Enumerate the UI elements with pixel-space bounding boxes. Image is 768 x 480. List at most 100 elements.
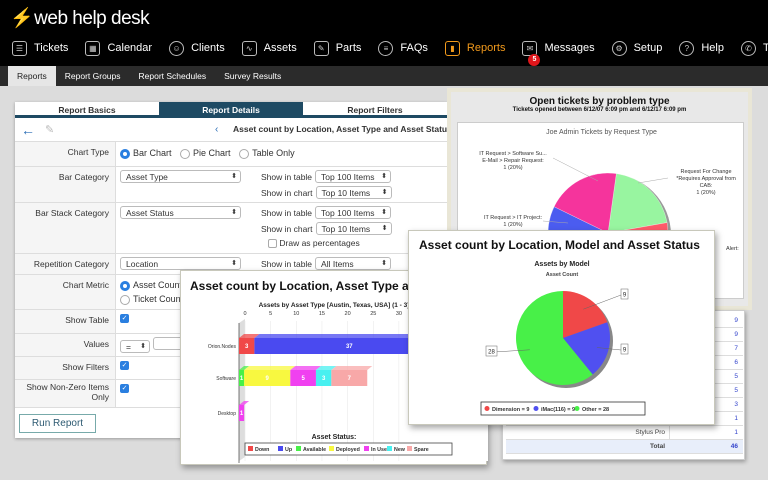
gear-icon: ⚙ [611,40,627,56]
show-non-zero-checkbox[interactable]: ✓ [120,384,129,394]
top-header: ⚡web help desk ☰ Tickets ▦ Calendar ☺ Clients… [0,0,768,66]
nav-label: FAQs [400,42,428,54]
nav-setup[interactable]: ⚙ Setup [611,40,663,56]
label: Show in table [261,172,313,182]
x-tick-label: 0 [243,311,246,317]
model-pie-chart-popup: Asset count by Location, Model and Asset… [408,230,715,425]
nav-calendar[interactable]: ▦ Calendar [85,40,152,56]
bar-top [290,366,321,370]
nav-help[interactable]: ? Help [679,40,724,56]
calendar-icon: ▦ [85,40,101,56]
y-tick-label: Software [216,376,236,382]
nav-messages[interactable]: ✉ Messages 5 [522,40,595,66]
bar-top [244,366,296,370]
label: Repetition Category [15,254,116,274]
bar-top [331,366,373,370]
nav-parts[interactable]: ✎ Parts [313,40,361,56]
legend-label: Other = 28 [582,407,609,413]
bar-category-select[interactable]: Asset Type [120,170,241,183]
nav-tickets[interactable]: ☰ Tickets [12,40,69,56]
table-row: Stylus Pro 1 [506,426,743,440]
x-tick-label: 30 [396,311,402,317]
nav-label: Setup [633,42,663,54]
pie-chart-svg: Assets by ModelAsset Count9928Dimension … [480,261,646,416]
slice-label: E-Mail > Repair Request: [482,158,544,164]
show-filters-checkbox[interactable]: ✓ [120,361,129,371]
nav-thwack[interactable]: ✆ Thwack [740,40,768,56]
label: Show Non-Zero Items Only [15,380,116,407]
label: Show Table [15,310,116,333]
label: Show in chart [261,188,313,198]
total-value: 46 [730,443,738,450]
nav-reports[interactable]: ▮ Reports [444,40,505,56]
row-value: 7 [734,345,738,352]
label: Show Filters [15,357,116,379]
assets-icon: ∿ [241,40,257,56]
unread-badge: 5 [528,53,541,66]
stack-chart-limit-select[interactable]: Top 10 Items [315,222,392,235]
x-tick-label: 5 [269,311,272,317]
logo-bolt-icon: ⚡ [10,8,34,29]
faqs-icon: ≡ [378,40,394,56]
repetition-select[interactable]: Location [120,257,241,270]
row-value: 5 [734,387,738,394]
nav-label: Thwack [762,42,768,54]
nav-label: Clients [191,42,225,54]
legend-title: Asset Status: [312,434,357,441]
pencil-icon[interactable]: ✎ [45,123,54,136]
metric-label: Asset Count [546,272,579,278]
stack-table-limit-select[interactable]: Top 100 Items [315,206,392,219]
slice-label: Alert: [726,246,739,252]
chart-title: Open tickets by problem type [529,96,670,107]
nav-clients[interactable]: ☺ Clients [169,40,225,56]
radio-pie-chart[interactable] [180,148,191,159]
run-report-button[interactable]: Run Report [19,414,96,433]
slice-label: 1 (20%) [503,165,523,171]
radio-label: Asset Count [133,280,183,290]
subtab-report-groups[interactable]: Report Groups [56,66,130,86]
reports-icon: ▮ [444,40,460,56]
radio-asset-count[interactable] [120,280,130,291]
subtab-survey-results[interactable]: Survey Results [215,66,290,86]
legend-swatch [407,446,412,451]
legend-value: 28 [603,407,609,413]
legend-name: iMac(116) [541,407,566,413]
show-table-checkbox[interactable]: ✓ [120,314,129,324]
bar-value-label: 37 [346,344,353,350]
radio-bar-chart[interactable] [120,148,130,159]
logo-text: web help desk [34,8,150,29]
tab-report-basics[interactable]: Report Basics [15,102,159,115]
x-tick-label: 10 [293,311,299,317]
bar-table-limit-select[interactable]: Top 100 Items [315,170,392,183]
radio-table-only[interactable] [239,148,250,159]
logo[interactable]: ⚡web help desk [10,6,150,30]
chart-subtitle: Assets by Model [534,261,589,268]
tab-report-details[interactable]: Report Details [159,102,303,115]
nav-assets[interactable]: ∿ Assets [241,40,297,56]
bar-chart-limit-select[interactable]: Top 10 Items [315,186,392,199]
label: Chart Type [15,142,116,166]
nav-label: Tickets [34,42,69,54]
values-operator-select[interactable]: = [120,340,150,353]
bar-stack-select[interactable]: Asset Status [120,206,241,219]
nav-label: Messages [544,42,595,54]
subtab-report-schedules[interactable]: Report Schedules [130,66,216,86]
legend-swatch [574,406,580,411]
slice-label: 1 (20%) [503,222,523,228]
draw-percentages-checkbox[interactable] [268,239,277,249]
subtab-reports[interactable]: Reports [8,66,56,86]
total-label: Total [649,443,665,450]
x-tick-label: 20 [345,311,351,317]
legend-swatch [248,446,253,451]
chevron-left-icon[interactable]: ‹ [215,124,218,135]
radio-label: Bar Chart [133,148,172,158]
tab-report-filters[interactable]: Report Filters [303,102,447,115]
radio-ticket-count[interactable] [120,294,130,305]
legend-label: iMac(116) = 9 [541,407,575,413]
back-arrow-icon[interactable]: ← [21,122,35,138]
legend-label: New [394,447,406,453]
y-tick-label: Desktop [218,411,237,417]
repetition-table-limit-select[interactable]: All Items [315,257,392,270]
leader-line [552,157,599,182]
nav-faqs[interactable]: ≡ FAQs [378,40,428,56]
